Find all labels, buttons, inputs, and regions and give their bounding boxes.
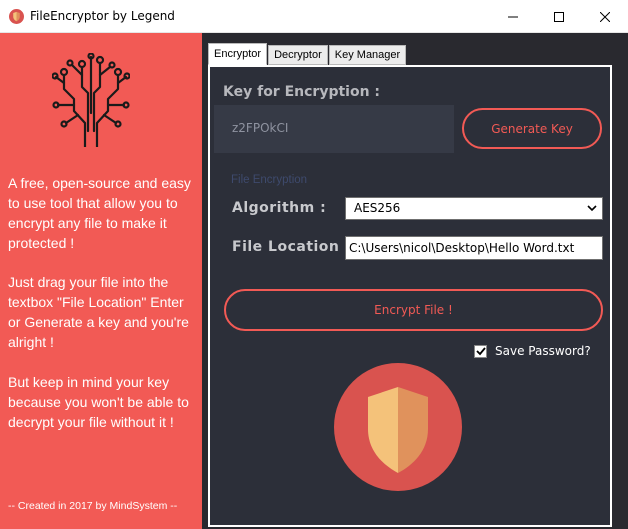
credit-text: -- Created in 2017 by MindSystem -- xyxy=(8,500,178,512)
tab-encryptor[interactable]: Encryptor xyxy=(208,43,268,65)
maximize-button[interactable] xyxy=(536,0,582,33)
encrypt-file-button[interactable]: Encrypt File ! xyxy=(224,289,603,331)
close-button[interactable] xyxy=(582,0,628,33)
minimize-button[interactable] xyxy=(490,0,536,33)
info-sidebar: A free, open-source and easy to use tool… xyxy=(0,33,202,529)
title-bar: FileEncryptor by Legend xyxy=(0,0,628,33)
file-location-label: File Location : xyxy=(232,239,351,255)
circuit-tree-icon xyxy=(52,53,130,147)
key-section-title: Key for Encryption : xyxy=(223,84,381,100)
algorithm-select[interactable]: AES256 xyxy=(345,197,603,220)
minimize-icon xyxy=(508,16,518,17)
file-location-input[interactable]: C:\Users\nicol\Desktop\Hello Word.txt xyxy=(345,236,603,260)
window-title: FileEncryptor by Legend xyxy=(30,9,175,23)
app-shield-icon xyxy=(9,9,24,24)
save-password-label: Save Password? xyxy=(495,344,591,358)
description-text: A free, open-source and easy to use tool… xyxy=(8,175,191,251)
chevron-down-icon xyxy=(587,205,597,212)
save-password-checkbox[interactable] xyxy=(474,344,487,358)
encryptor-panel: Key for Encryption : z2FPOkCI Generate K… xyxy=(208,65,612,527)
shield-icon xyxy=(334,363,462,491)
algorithm-value: AES256 xyxy=(354,201,401,215)
save-password-option[interactable]: Save Password? xyxy=(474,343,591,359)
file-encryption-label: File Encryption xyxy=(231,174,308,186)
instructions-text: Just drag your file into the textbox "Fi… xyxy=(8,274,189,350)
generate-key-button[interactable]: Generate Key xyxy=(462,108,602,149)
key-value: z2FPOkCI xyxy=(232,121,289,135)
main-area: Encryptor Decryptor Key Manager Key for … xyxy=(202,33,628,529)
algorithm-label: Algorithm : xyxy=(232,200,327,216)
tab-decryptor[interactable]: Decryptor xyxy=(268,45,328,65)
warning-text: But keep in mind your key because you wo… xyxy=(8,374,189,430)
maximize-icon xyxy=(554,11,564,22)
close-icon xyxy=(600,11,610,22)
checkmark-icon xyxy=(475,347,486,356)
key-field[interactable]: z2FPOkCI xyxy=(214,105,454,153)
tab-bar: Encryptor Decryptor Key Manager xyxy=(208,43,407,65)
tab-key-manager[interactable]: Key Manager xyxy=(328,45,407,65)
